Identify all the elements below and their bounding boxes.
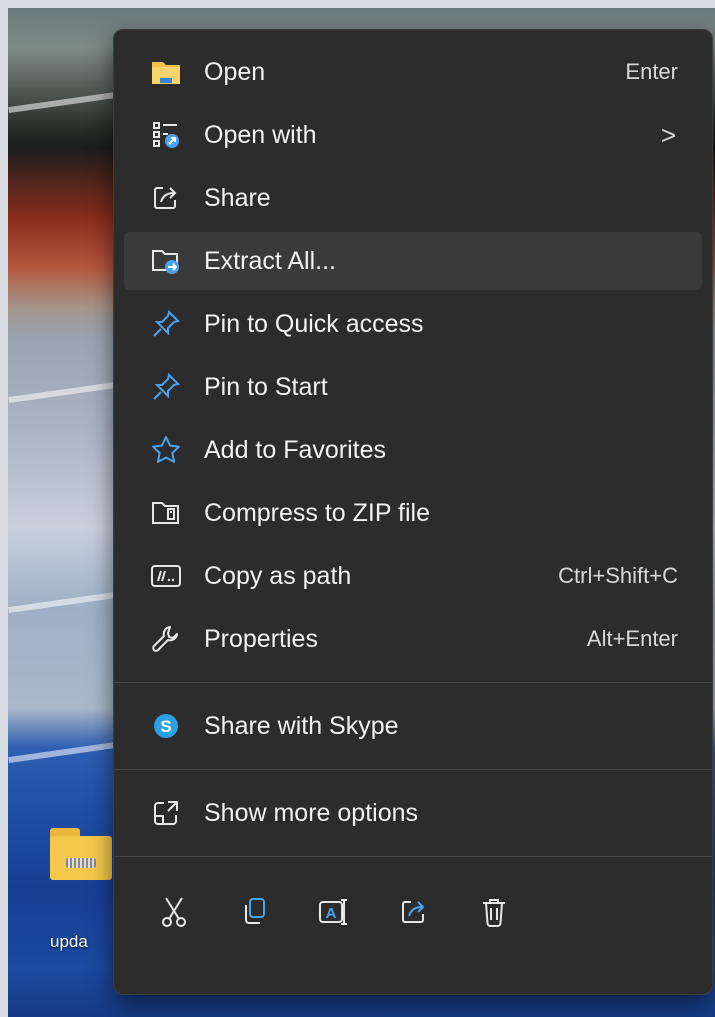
- menu-item-label: Open: [204, 57, 266, 86]
- menu-item-label: Extract All...: [204, 246, 336, 275]
- desktop-icon-label: upda: [50, 932, 88, 951]
- pin-icon: [146, 367, 186, 407]
- copy-icon[interactable]: [214, 882, 294, 942]
- menu-item-add-favorites[interactable]: Add to Favorites: [124, 421, 702, 479]
- menu-item-share[interactable]: Share: [124, 169, 702, 227]
- zip-folder-icon: [50, 828, 112, 880]
- menu-item-shortcut: Alt+Enter: [586, 626, 678, 651]
- menu-separator: [114, 769, 712, 770]
- menu-item-open[interactable]: Open Enter: [124, 43, 702, 101]
- chevron-right-icon: >: [660, 119, 676, 150]
- zip-icon: [146, 493, 186, 533]
- menu-item-extract-all[interactable]: Extract All...: [124, 232, 702, 290]
- menu-item-label: Show more options: [204, 798, 419, 827]
- menu-separator: [114, 682, 712, 683]
- menu-item-show-more-options[interactable]: Show more options: [124, 784, 702, 842]
- menu-item-pin-start[interactable]: Pin to Start: [124, 358, 702, 416]
- copy-path-icon: [146, 556, 186, 596]
- rename-icon[interactable]: A: [294, 882, 374, 942]
- skype-icon: S: [146, 706, 186, 746]
- context-menu: Open Enter Open with > Share Extract All…: [113, 29, 713, 995]
- menu-item-compress-zip[interactable]: Compress to ZIP file: [124, 484, 702, 542]
- menu-item-shortcut: Ctrl+Shift+C: [558, 563, 678, 588]
- pin-icon: [146, 304, 186, 344]
- delete-icon[interactable]: [454, 882, 534, 942]
- menu-item-label: Open with: [204, 120, 317, 149]
- menu-item-shortcut: Enter: [625, 59, 678, 84]
- menu-item-share-skype[interactable]: S Share with Skype: [124, 697, 702, 755]
- menu-item-pin-quick-access[interactable]: Pin to Quick access: [124, 295, 702, 353]
- menu-separator: [114, 856, 712, 857]
- menu-item-label: Share with Skype: [204, 711, 399, 740]
- menu-item-label: Pin to Start: [204, 372, 328, 401]
- show-more-icon: [146, 793, 186, 833]
- menu-item-label: Copy as path: [204, 561, 352, 590]
- wrench-icon: [146, 619, 186, 659]
- svg-text:A: A: [326, 905, 337, 922]
- menu-item-open-with[interactable]: Open with >: [124, 106, 702, 164]
- star-icon: [146, 430, 186, 470]
- share-icon: [146, 178, 186, 218]
- menu-item-copy-as-path[interactable]: Copy as path Ctrl+Shift+C: [124, 547, 702, 605]
- menu-item-label: Pin to Quick access: [204, 309, 424, 338]
- menu-item-label: Share: [204, 183, 271, 212]
- context-menu-toolbar: A: [114, 871, 712, 953]
- folder-icon: [146, 52, 186, 92]
- menu-item-label: Compress to ZIP file: [204, 498, 431, 527]
- extract-icon: [146, 241, 186, 281]
- open-with-icon: [146, 115, 186, 155]
- menu-item-properties[interactable]: Properties Alt+Enter: [124, 610, 702, 668]
- menu-item-label: Add to Favorites: [204, 435, 387, 464]
- share-icon[interactable]: [374, 882, 454, 942]
- cut-icon[interactable]: [134, 882, 214, 942]
- menu-item-label: Properties: [204, 624, 318, 653]
- desktop-zip-folder[interactable]: upda: [44, 828, 114, 952]
- svg-text:S: S: [160, 717, 171, 736]
